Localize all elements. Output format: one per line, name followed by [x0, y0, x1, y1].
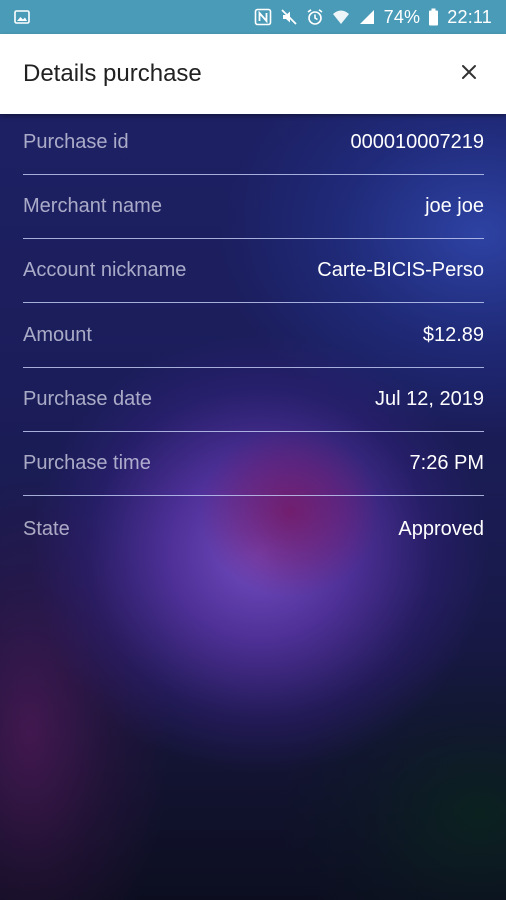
alarm-icon — [306, 8, 324, 26]
signal-icon — [358, 8, 376, 26]
close-icon — [461, 64, 477, 85]
detail-value: $12.89 — [422, 324, 484, 346]
detail-row-purchase-id: Purchase id 000010007219 — [23, 114, 484, 175]
status-bar: 74% 22:11 — [0, 0, 506, 34]
detail-value: 7:26 PM — [409, 452, 484, 474]
clock: 22:11 — [447, 6, 492, 27]
detail-label: Purchase id — [23, 131, 129, 153]
battery-icon — [428, 8, 439, 26]
detail-label: Purchase time — [23, 452, 151, 474]
nfc-icon — [254, 8, 272, 26]
detail-label: Merchant name — [23, 195, 162, 217]
detail-row-purchase-date: Purchase date Jul 12, 2019 — [23, 368, 484, 432]
detail-value: Jul 12, 2019 — [375, 388, 484, 410]
close-button[interactable] — [454, 59, 484, 89]
gallery-icon — [14, 9, 30, 25]
detail-value: 000010007219 — [350, 131, 484, 153]
detail-label: Purchase date — [23, 388, 152, 410]
detail-row-purchase-time: Purchase time 7:26 PM — [23, 432, 484, 496]
detail-label: Account nickname — [23, 259, 187, 281]
details-panel: Purchase id 000010007219 Merchant name j… — [0, 114, 506, 900]
detail-value: Carte-BICIS-Perso — [317, 259, 484, 281]
detail-row-state: State Approved — [23, 497, 484, 561]
page-title: Details purchase — [23, 60, 202, 87]
detail-row-account-nickname: Account nickname Carte-BICIS-Perso — [23, 239, 484, 303]
app-bar: Details purchase — [0, 34, 506, 114]
detail-label: Amount — [23, 324, 92, 346]
status-badge: Approved — [398, 517, 484, 540]
detail-row-merchant-name: Merchant name joe joe — [23, 175, 484, 239]
detail-value: joe joe — [425, 195, 484, 217]
detail-row-amount: Amount $12.89 — [23, 304, 484, 368]
wifi-icon — [332, 8, 350, 26]
battery-percent: 74% — [383, 6, 421, 27]
detail-label: State — [23, 517, 70, 540]
mute-icon — [280, 8, 298, 26]
